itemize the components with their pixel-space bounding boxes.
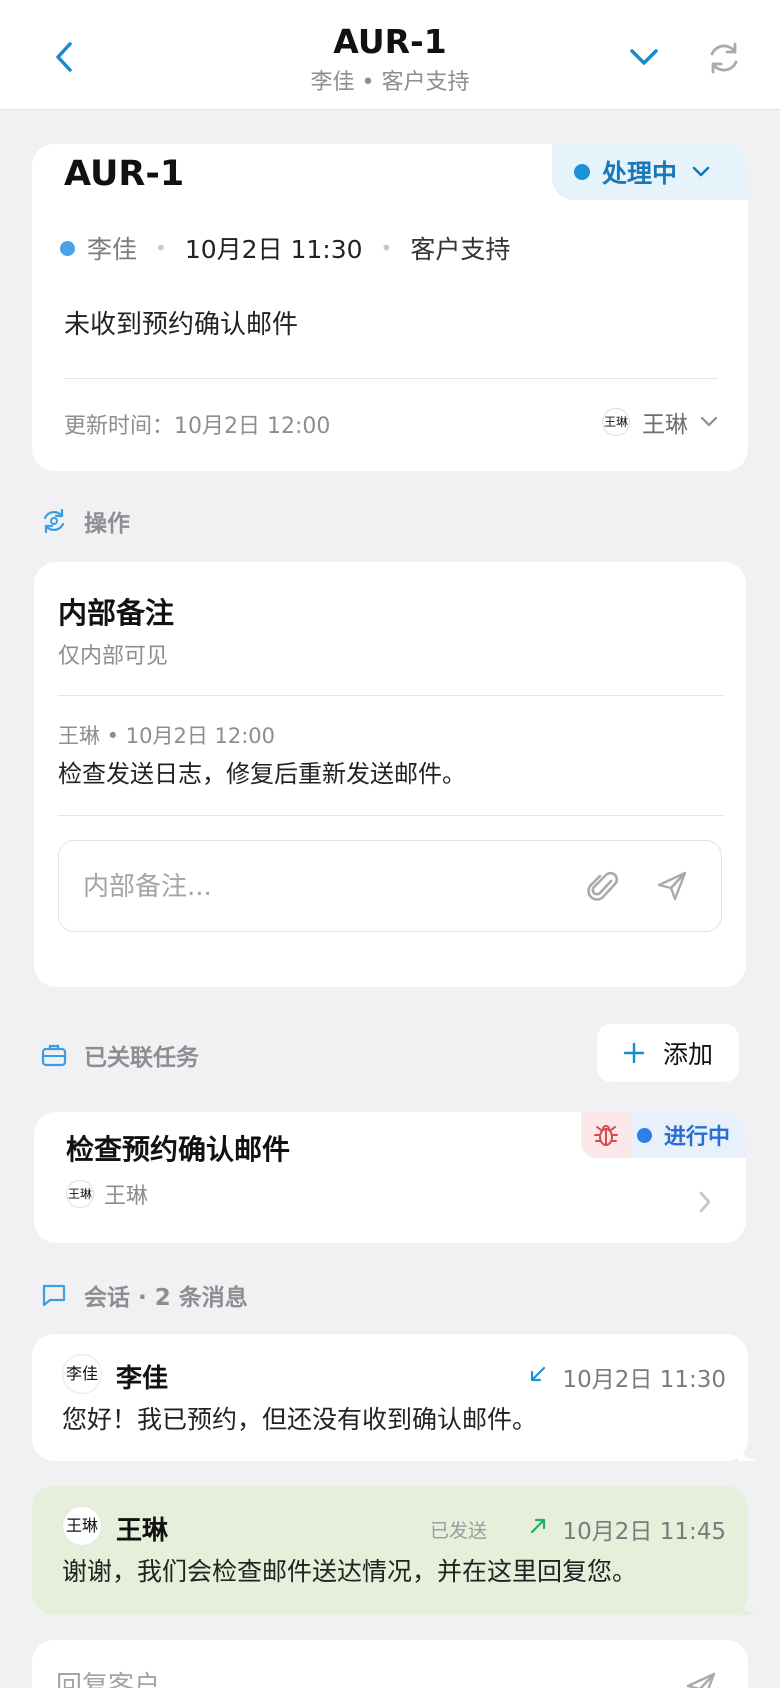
status-dot <box>574 164 590 180</box>
separator: • <box>155 236 167 260</box>
message-text: 您好！我已预约，但还没有收到确认邮件。 <box>62 1405 538 1434</box>
paperclip-icon[interactable] <box>587 869 621 905</box>
reply-input[interactable] <box>56 1668 616 1688</box>
note-composer <box>58 840 722 932</box>
section-title: 操作 <box>84 511 130 537</box>
internal-notes-card: 内部备注 仅内部可见 王琳 • 10月2日 12:00 检查发送日志，修复后重新… <box>34 562 746 987</box>
bubble-tail <box>738 1601 758 1615</box>
conversation-section-header: 会话 · 2 条消息 <box>40 1278 248 1312</box>
task-title: 检查预约确认邮件 <box>66 1133 291 1166</box>
message-time: 10月2日 11:45 <box>562 1519 727 1545</box>
note-meta: 王琳 • 10月2日 12:00 <box>58 724 276 748</box>
task-tags: 进行中 <box>580 1112 746 1158</box>
briefcase-icon <box>41 1044 67 1067</box>
sender-name: 王琳 <box>116 1516 169 1546</box>
customer-dot <box>60 240 75 256</box>
page-subtitle: 李佳 • 客户支持 <box>310 70 470 95</box>
note-text: 检查发送日志，修复后重新发送邮件。 <box>58 760 466 788</box>
refresh-activity-icon <box>43 508 65 534</box>
ticket-id: AUR-1 <box>64 154 185 194</box>
avatar: 李佳 <box>62 1354 102 1394</box>
updated-time: 更新时间：10月2日 12:00 <box>64 414 331 439</box>
divider <box>58 815 724 816</box>
bug-tag <box>580 1112 631 1158</box>
chevron-down-icon <box>692 166 710 177</box>
status-dot <box>636 1127 652 1143</box>
avatar: 王琳 <box>66 1180 94 1208</box>
ticket-subject: 未收到预约确认邮件 <box>64 310 299 340</box>
notes-subtitle: 仅内部可见 <box>58 644 169 669</box>
avatar: 王琳 <box>62 1506 102 1546</box>
ticket-card: AUR-1 处理中 李佳 • 10月2日 11:30 • 客户支持 未收到预约确… <box>32 144 748 471</box>
arrow-down-left-icon <box>530 1366 546 1382</box>
message-time: 10月2日 11:30 <box>562 1367 727 1393</box>
actions-section-header: 操作 <box>40 504 130 538</box>
ticket-meta: 李佳 • 10月2日 11:30 • 客户支持 <box>60 228 510 268</box>
bug-icon <box>593 1125 618 1146</box>
task-card[interactable]: 检查预约确认邮件 王琳 王琳 进行中 <box>34 1112 746 1243</box>
page-title: AUR-1 <box>333 22 447 61</box>
refresh-icon[interactable] <box>704 38 744 78</box>
section-title: 会话 · 2 条消息 <box>84 1285 248 1311</box>
message-text: 谢谢，我们会检查邮件送达情况，并在这里回复您。 <box>62 1557 638 1586</box>
sender-name: 李佳 <box>116 1364 169 1394</box>
add-label: 添加 <box>662 1040 713 1069</box>
send-icon[interactable] <box>684 1670 718 1688</box>
status-label: 处理中 <box>602 159 678 188</box>
separator: • <box>380 236 393 260</box>
top-bar: AUR-1 李佳 • 客户支持 <box>0 0 780 110</box>
arrow-up-right-icon <box>530 1518 546 1534</box>
chat-bubble-icon <box>42 1284 66 1307</box>
team-name: 客户支持 <box>410 235 511 264</box>
assignee-name: 王琳 <box>642 412 688 438</box>
chevron-right-icon <box>699 1191 711 1213</box>
status-dropdown[interactable]: 处理中 <box>552 144 748 200</box>
send-icon[interactable] <box>655 869 689 903</box>
chevron-down-icon[interactable] <box>626 40 662 74</box>
message-inbound: 李佳 李佳 10月2日 11:30 您好！我已预约，但还没有收到确认邮件。 <box>32 1334 758 1461</box>
section-title: 已关联任务 <box>84 1045 199 1071</box>
message-outbound: 王琳 王琳 已发送 10月2日 11:45 谢谢，我们会检查邮件送达情况，并在这… <box>32 1486 758 1615</box>
bubble-tail <box>738 1447 758 1461</box>
note-input[interactable] <box>83 867 563 907</box>
created-time: 10月2日 11:30 <box>184 235 363 264</box>
reply-composer <box>32 1640 748 1688</box>
task-status: 进行中 <box>630 1112 746 1158</box>
task-status-label: 进行中 <box>663 1125 730 1150</box>
task-assignee: 王琳 王琳 <box>66 1178 148 1210</box>
avatar: 王琳 <box>602 408 630 436</box>
chevron-down-icon <box>700 416 718 427</box>
assignee-name: 王琳 <box>104 1184 149 1209</box>
assignee-dropdown[interactable]: 王琳 王琳 <box>602 402 718 442</box>
divider <box>58 695 724 696</box>
notes-title: 内部备注 <box>58 596 175 630</box>
customer-name: 李佳 <box>87 235 138 264</box>
divider <box>64 378 718 379</box>
add-task-button[interactable]: 添加 <box>597 1024 739 1082</box>
linked-tasks-section-header: 已关联任务 <box>40 1038 199 1072</box>
sent-status: 已发送 <box>430 1520 488 1542</box>
plus-icon <box>623 1042 645 1064</box>
